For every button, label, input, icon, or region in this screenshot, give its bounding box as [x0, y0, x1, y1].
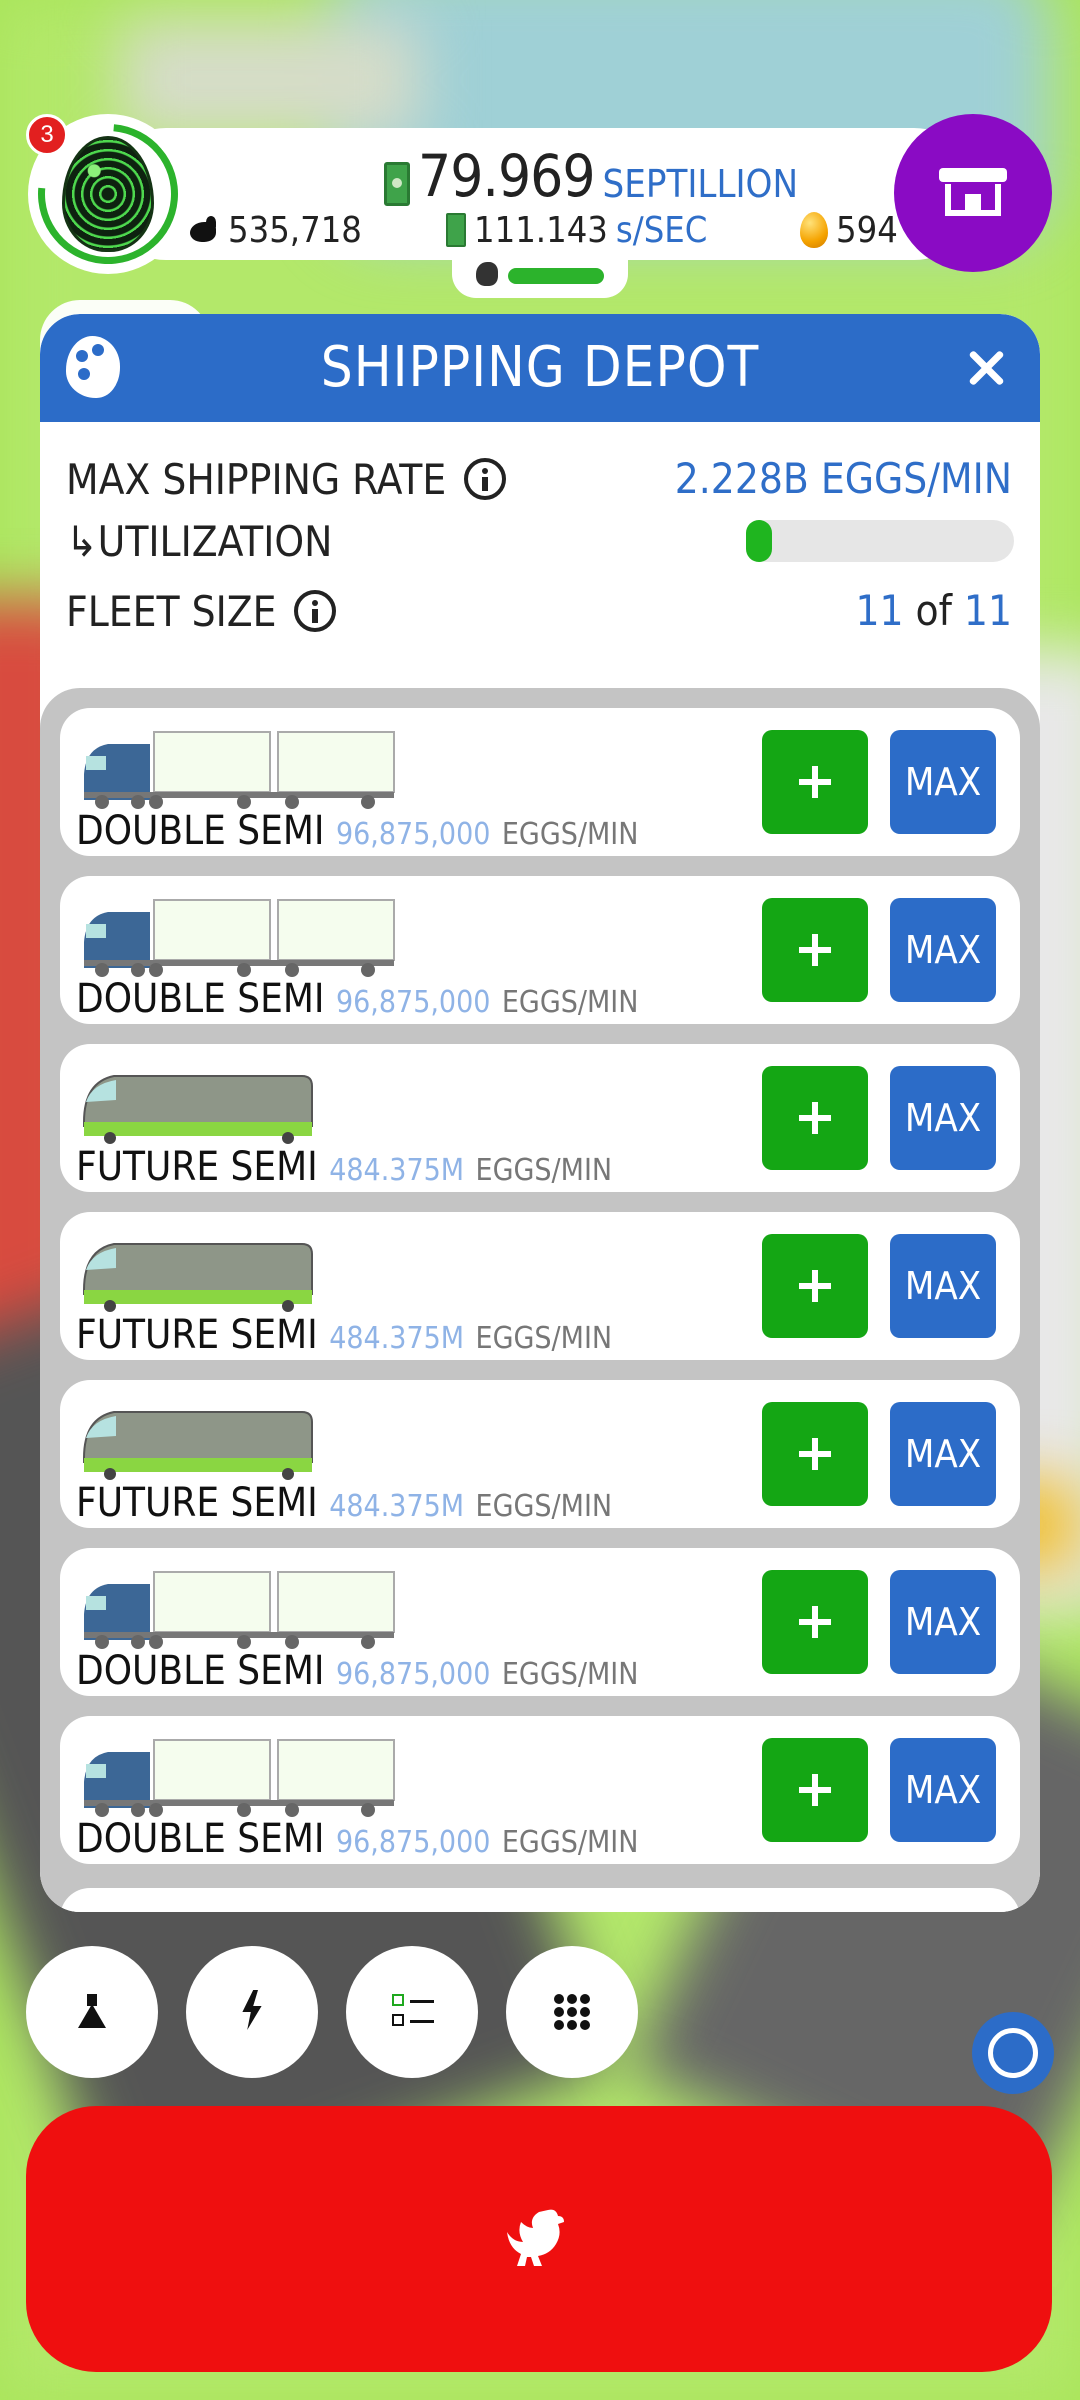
future-semi-icon [83, 1075, 313, 1144]
camera-toggle-button[interactable] [972, 2012, 1054, 2094]
truck-name: DOUBLE SEMI 96,875,000 EGGS/MIN [76, 1816, 638, 1862]
fleet-list[interactable]: DOUBLE SEMI 96,875,000 EGGS/MIN MAX DOUBLE… [40, 688, 1040, 1912]
list-item: FUTURE SEMI 484.375M EGGS/MIN MAX [60, 1380, 1020, 1528]
menu-button[interactable] [506, 1946, 638, 2078]
lightning-icon [242, 1990, 262, 2030]
truck-name: DOUBLE SEMI 96,875,000 EGGS/MIN [76, 976, 638, 1022]
upgrade-plus-button[interactable] [762, 1738, 868, 1842]
shop-icon [939, 168, 1007, 218]
double-semi-icon [84, 1739, 395, 1817]
truck-rate: 96,875,000 [335, 1657, 491, 1692]
max-shipping-rate-label: MAX SHIPPING RATE [66, 454, 507, 504]
upgrade-plus-button[interactable] [762, 1402, 868, 1506]
earning-rate: 111.143 s/SEC [446, 208, 707, 252]
chicken-icon [507, 2209, 564, 2266]
truck-type: FUTURE SEMI [76, 1480, 318, 1526]
upgrade-max-button[interactable]: MAX [890, 1234, 996, 1338]
truck-rate-unit: EGGS/MIN [475, 1153, 613, 1188]
hatch-chicken-button[interactable] [26, 2106, 1052, 2372]
truck-rate-unit: EGGS/MIN [501, 985, 639, 1020]
hen-icon [476, 262, 498, 286]
truck-rate: 96,875,000 [335, 817, 491, 852]
chicken-icon [186, 214, 220, 246]
truck-name: FUTURE SEMI 484.375M EGGS/MIN [76, 1312, 612, 1358]
truck-name: FUTURE SEMI 484.375M EGGS/MIN [76, 1480, 612, 1526]
double-semi-icon [84, 1571, 395, 1649]
upgrade-plus-button[interactable] [762, 898, 868, 1002]
money-display: 79.969 SEPTILLION [384, 142, 798, 206]
upgrade-max-button[interactable]: MAX [890, 1738, 996, 1842]
list-item: DOUBLE SEMI 96,875,000 EGGS/MIN MAX [60, 708, 1020, 856]
truck-type: DOUBLE SEMI [76, 1816, 325, 1862]
upgrade-plus-button[interactable] [762, 1234, 868, 1338]
shipping-depot-panel: SHIPPING DEPOT MAX SHIPPING RATE 2.228B … [40, 314, 1040, 1912]
info-icon[interactable] [464, 458, 507, 500]
checklist-icon [392, 1994, 436, 2030]
money-unit: SEPTILLION [602, 162, 799, 206]
truck-rate: 484.375M [329, 1489, 465, 1524]
boosts-button[interactable] [186, 1946, 318, 2078]
info-icon[interactable] [294, 590, 337, 632]
truck-rate: 484.375M [329, 1321, 465, 1356]
double-semi-icon [84, 899, 395, 977]
truck-rate-unit: EGGS/MIN [501, 817, 639, 852]
research-button[interactable] [26, 1946, 158, 2078]
upgrade-plus-button[interactable] [762, 1066, 868, 1170]
golden-egg-icon [800, 212, 828, 248]
golden-egg-count: 594 [800, 208, 898, 252]
double-semi-icon [84, 731, 395, 809]
flask-icon [78, 1994, 106, 2028]
prestige-badge: 3 [26, 114, 68, 156]
upgrade-max-button[interactable]: MAX [890, 898, 996, 1002]
cash-icon [446, 213, 466, 247]
utilization-fill [746, 520, 772, 562]
shop-button[interactable] [894, 114, 1052, 272]
truck-rate-unit: EGGS/MIN [475, 1321, 613, 1356]
grid-icon [554, 1994, 590, 2030]
missions-button[interactable] [346, 1946, 478, 2078]
panel-title: SHIPPING DEPOT [320, 335, 760, 400]
truck-name: DOUBLE SEMI 96,875,000 EGGS/MIN [76, 1648, 638, 1694]
list-item: DOUBLE SEMI 96,875,000 EGGS/MIN MAX [60, 876, 1020, 1024]
truck-rate: 484.375M [329, 1153, 465, 1188]
money-value: 79.969 [418, 142, 596, 210]
list-item: FUTURE SEMI 484.375M EGGS/MIN MAX [60, 1044, 1020, 1192]
upgrade-plus-button[interactable] [762, 1570, 868, 1674]
upgrade-max-button[interactable]: MAX [890, 730, 996, 834]
utilization-bar [746, 520, 1014, 562]
utilization-label: ↳UTILIZATION [66, 516, 333, 566]
fleet-size-value: 11 of 11 [855, 586, 1012, 635]
future-semi-icon [83, 1411, 313, 1480]
truck-name: FUTURE SEMI 484.375M EGGS/MIN [76, 1144, 612, 1190]
truck-name: DOUBLE SEMI 96,875,000 EGGS/MIN [76, 808, 638, 854]
upgrade-max-button[interactable]: MAX [890, 1066, 996, 1170]
truck-rate-unit: EGGS/MIN [475, 1489, 613, 1524]
habitat-progress-bar [508, 268, 604, 284]
upgrade-max-button[interactable]: MAX [890, 1402, 996, 1506]
truck-type: FUTURE SEMI [76, 1144, 318, 1190]
truck-type: DOUBLE SEMI [76, 808, 325, 854]
fleet-size-label: FLEET SIZE [66, 586, 337, 636]
future-semi-icon [83, 1243, 313, 1312]
list-item: DOUBLE SEMI 96,875,000 EGGS/MIN MAX [60, 1716, 1020, 1864]
truck-rate-unit: EGGS/MIN [501, 1825, 639, 1860]
truck-rate: 96,875,000 [335, 1825, 491, 1860]
list-item: DOUBLE SEMI 96,875,000 EGGS/MIN MAX [60, 1548, 1020, 1696]
max-shipping-rate-value: 2.228B EGGS/MIN [674, 454, 1012, 503]
list-item: FUTURE SEMI 484.375M EGGS/MIN MAX [60, 1212, 1020, 1360]
truck-rate: 96,875,000 [335, 985, 491, 1020]
cash-icon [384, 162, 410, 206]
truck-type: FUTURE SEMI [76, 1312, 318, 1358]
habitat-progress [452, 252, 628, 298]
close-icon[interactable] [966, 348, 1006, 388]
truck-type: DOUBLE SEMI [76, 976, 325, 1022]
list-item [60, 1888, 1020, 1912]
upgrade-plus-button[interactable] [762, 730, 868, 834]
chicken-count: 535,718 [186, 208, 362, 252]
truck-type: DOUBLE SEMI [76, 1648, 325, 1694]
upgrade-max-button[interactable]: MAX [890, 1570, 996, 1674]
truck-rate-unit: EGGS/MIN [501, 1657, 639, 1692]
